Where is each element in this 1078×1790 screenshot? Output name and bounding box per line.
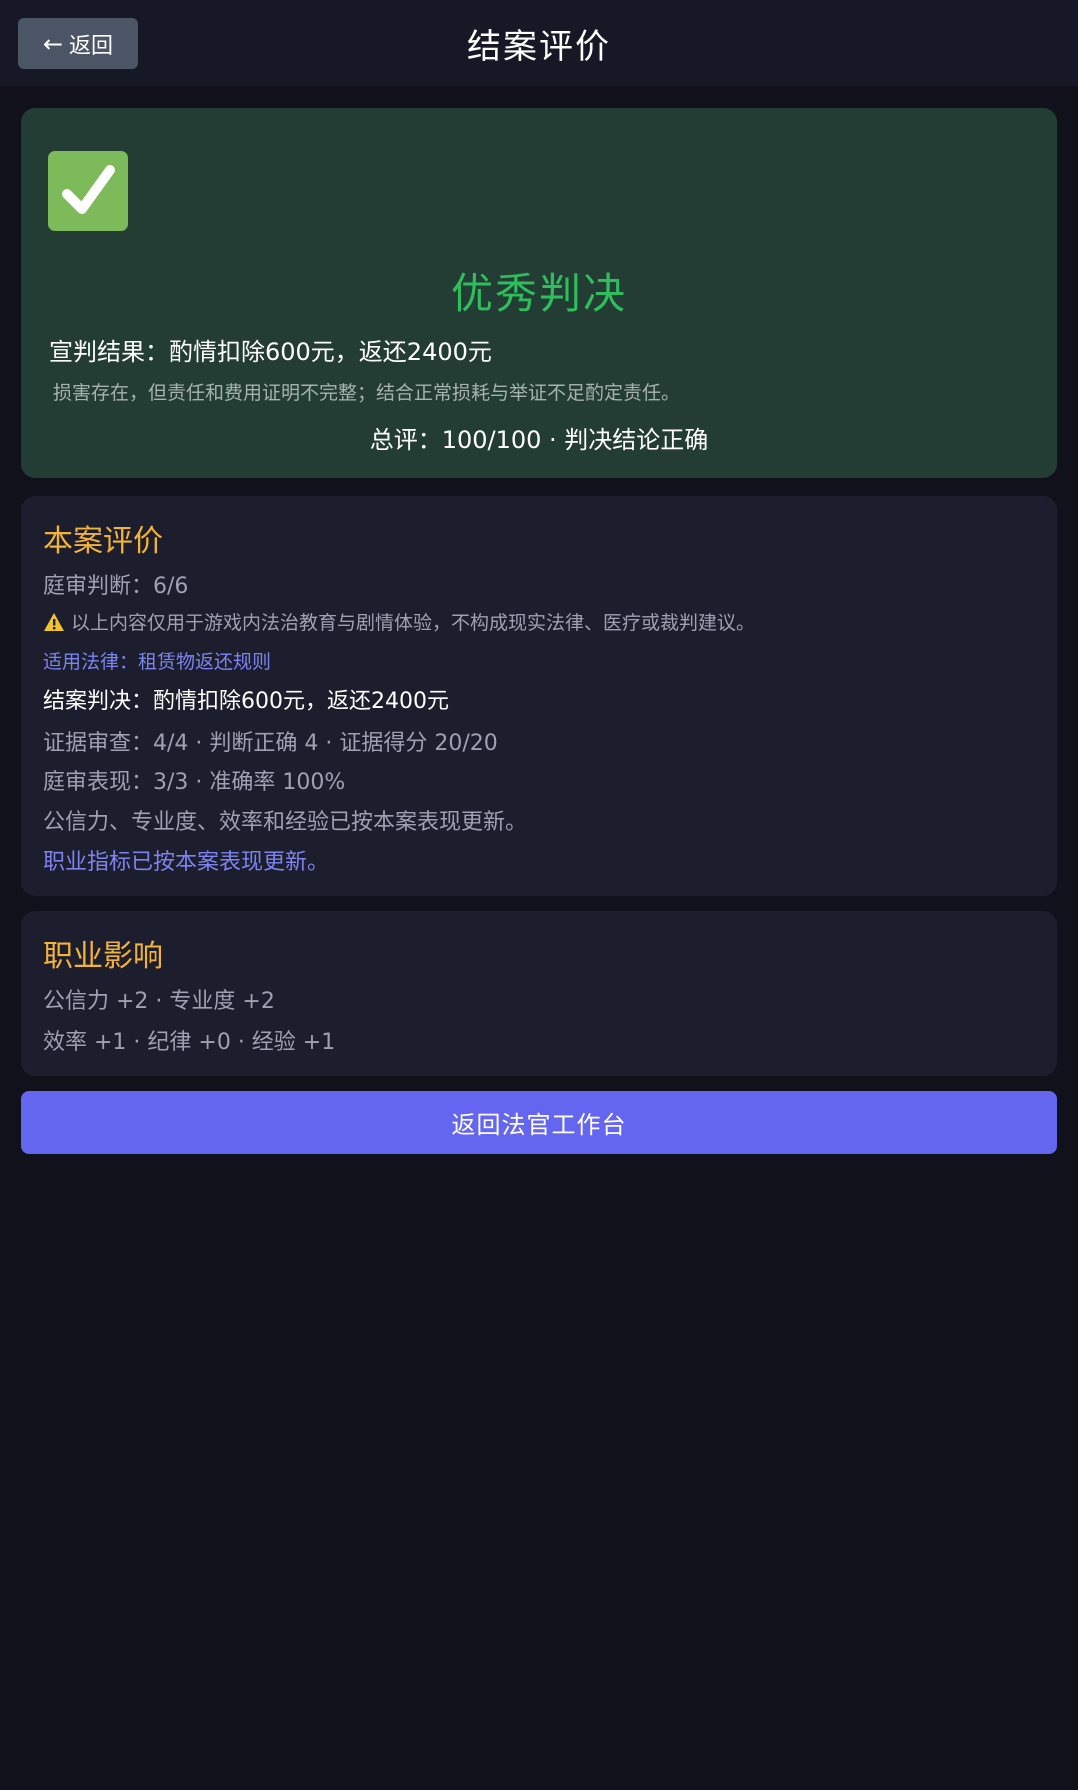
trial-judgement: 庭审判断：6/6 [43, 574, 189, 599]
case-evaluation-title: 本案评价 [43, 524, 163, 559]
back-button[interactable]: ← 返回 [18, 18, 138, 69]
top-bar: ← 返回 结案评价 [0, 0, 1078, 86]
career-impact-title: 职业影响 [43, 939, 163, 974]
verdict-card: 优秀判决 宣判结果：酌情扣除600元，返还2400元 损害存在，但责任和费用证明… [21, 108, 1057, 478]
check-icon [48, 151, 128, 231]
stats-updated-note: 公信力、专业度、效率和经验已按本案表现更新。 [43, 810, 528, 835]
career-updated-note: 职业指标已按本案表现更新。 [43, 850, 330, 875]
return-to-workbench-button[interactable]: 返回法官工作台 [21, 1091, 1057, 1154]
case-evaluation-panel: 本案评价 庭审判断：6/6 以上内容仅用于游戏内法治教育与剧情体验，不构成现实法… [21, 496, 1057, 896]
disclaimer: 以上内容仅用于游戏内法治教育与剧情体验，不构成现实法律、医疗或裁判建议。 [43, 608, 755, 637]
applicable-law: 适用法律：租赁物返还规则 [43, 651, 272, 673]
final-judgement: 结案判决：酌情扣除600元，返还2400元 [43, 689, 449, 714]
trial-performance: 庭审表现：3/3 · 准确率 100% [43, 770, 346, 795]
verdict-reason: 损害存在，但责任和费用证明不完整；结合正常损耗与举证不足酌定责任。 [53, 382, 681, 404]
verdict-title: 优秀判决 [450, 269, 627, 318]
career-impact-panel: 职业影响 公信力 +2 · 专业度 +2 效率 +1 · 纪律 +0 · 经验 … [21, 911, 1057, 1076]
back-button-label: 返回 [69, 33, 114, 59]
arrow-left-icon: ← [42, 29, 64, 58]
disclaimer-text: 以上内容仅用于游戏内法治教育与剧情体验，不构成现实法律、医疗或裁判建议。 [71, 612, 756, 634]
verdict-score: 总评：100/100 · 判决结论正确 [369, 426, 709, 454]
evidence-review: 证据审查：4/4 · 判断正确 4 · 证据得分 20/20 [43, 731, 498, 756]
verdict-result: 宣判结果：酌情扣除600元，返还2400元 [49, 338, 492, 366]
warning-icon [43, 612, 65, 637]
impact-line-2: 效率 +1 · 纪律 +0 · 经验 +1 [43, 1030, 336, 1055]
impact-line-1: 公信力 +2 · 专业度 +2 [43, 989, 275, 1014]
page-title: 结案评价 [467, 26, 611, 67]
